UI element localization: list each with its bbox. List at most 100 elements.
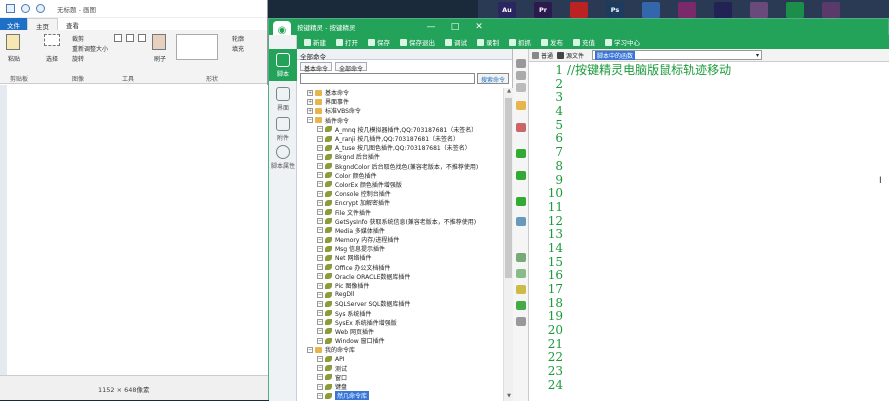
select-icon[interactable] xyxy=(44,34,60,46)
save-exit-button[interactable]: 保存退出 xyxy=(395,37,440,47)
tree-folder[interactable]: + 标准VBS命令 xyxy=(297,106,503,115)
tree-item[interactable]: − Bkgnd 后台插件 xyxy=(297,152,503,161)
tree-item[interactable]: − Media 多媒体插件 xyxy=(297,226,503,235)
expand-toggle-icon[interactable]: − xyxy=(317,181,323,188)
expand-toggle-icon[interactable]: − xyxy=(317,163,323,170)
paint-canvas[interactable] xyxy=(7,85,268,375)
expand-toggle-icon[interactable]: − xyxy=(317,190,323,197)
tree-item[interactable]: − GetSysInfo 获取系统信息(兼容老版本，不推荐使用) xyxy=(297,217,503,226)
qi-icon-6[interactable] xyxy=(516,149,526,158)
grab-button[interactable]: 抓抓 xyxy=(504,37,536,47)
au-icon[interactable]: Au xyxy=(498,2,516,18)
tree-item[interactable]: − Pic 图像插件 xyxy=(297,281,503,290)
tree-item[interactable]: − Office 办公文档插件 xyxy=(297,263,503,272)
qi-icon-8[interactable] xyxy=(516,197,526,206)
qi-icon-12[interactable] xyxy=(516,285,526,294)
fill-label[interactable]: 填充 xyxy=(232,44,244,53)
expand-toggle-icon[interactable]: − xyxy=(317,153,323,160)
tab-basic-commands[interactable]: 基本命令 xyxy=(300,62,333,73)
tree-item[interactable]: − BkgndColor 后台取色找色(兼容老版本，不推荐使用) xyxy=(297,162,503,171)
expand-toggle-icon[interactable]: − xyxy=(317,282,323,289)
expand-toggle-icon[interactable]: − xyxy=(307,117,313,124)
qi-icon-1[interactable] xyxy=(516,59,526,68)
house-icon[interactable] xyxy=(750,2,768,18)
rotate-label[interactable]: 旋转 xyxy=(72,54,84,63)
expand-toggle-icon[interactable]: − xyxy=(317,291,323,298)
tree-item[interactable]: − File 文件插件 xyxy=(297,207,503,217)
maximize-button[interactable]: □ xyxy=(443,19,467,35)
pr-icon[interactable]: Pr xyxy=(534,2,552,18)
expand-toggle-icon[interactable]: − xyxy=(317,337,323,344)
open-button[interactable]: 打开 xyxy=(331,37,363,47)
tree-folder[interactable]: + 基本命令 xyxy=(297,88,503,97)
code-editor[interactable]: 1 2 3 4 5 6 7 8 9 10 11 12 13 14 15 16 17 18 19 20 21 22 23 24 … xyxy=(529,62,889,401)
expand-toggle-icon[interactable]: − xyxy=(317,328,323,335)
record-button[interactable]: 录制 xyxy=(472,37,504,47)
menu-home[interactable]: 主页 xyxy=(27,18,58,31)
function-select[interactable]: 脚本中的函数 ▾ xyxy=(592,50,763,60)
tree-item[interactable]: − SysEx 系统插件增强版 xyxy=(297,318,503,327)
tree-item[interactable]: − 然几命令库 xyxy=(297,391,503,401)
expand-toggle-icon[interactable]: − xyxy=(317,264,323,271)
side-ui[interactable]: 界面 xyxy=(269,85,297,115)
tree-item[interactable]: − Msg 信息提示插件 xyxy=(297,244,503,253)
expand-toggle-icon[interactable]: − xyxy=(317,199,323,206)
expand-toggle-icon[interactable]: − xyxy=(317,218,323,225)
expand-toggle-icon[interactable]: − xyxy=(317,144,323,151)
text-icon[interactable] xyxy=(138,34,146,42)
expand-toggle-icon[interactable]: + xyxy=(307,107,313,114)
expand-toggle-icon[interactable]: − xyxy=(317,227,323,234)
tree-item[interactable]: − Encrypt 加解密插件 xyxy=(297,198,503,207)
tree-item[interactable]: − ColorEx 颜色插件增强版 xyxy=(297,180,503,189)
rar-icon[interactable] xyxy=(678,2,696,18)
expand-toggle-icon[interactable]: − xyxy=(317,135,323,142)
qi-icon-7[interactable] xyxy=(516,171,526,180)
expand-toggle-icon[interactable]: + xyxy=(307,89,313,96)
scroll-thumb[interactable] xyxy=(505,98,512,278)
shapes-gallery[interactable] xyxy=(176,34,218,60)
new-button[interactable]: 新建 xyxy=(299,37,331,47)
menu-file[interactable]: 文件 xyxy=(0,18,27,30)
resize-label[interactable]: 重新调整大小 xyxy=(72,44,108,53)
tree-item[interactable]: − RegDll xyxy=(297,290,503,299)
expand-toggle-icon[interactable]: − xyxy=(317,319,323,326)
tree-item[interactable]: − A_mnq 按几模拟器插件,QQ:703187681（未签名） xyxy=(297,125,503,134)
normal-view-button[interactable]: 普通 xyxy=(532,51,553,60)
qi-icon-14[interactable] xyxy=(516,317,526,326)
tree-item[interactable]: − 窗口 xyxy=(297,373,503,382)
qi-icon-4[interactable] xyxy=(516,101,526,110)
tree-item[interactable]: − Net 网络插件 xyxy=(297,253,503,262)
flag-icon[interactable] xyxy=(642,2,660,18)
tree-item[interactable]: − Oracle ORACLE数据库插件 xyxy=(297,272,503,281)
command-search-input[interactable] xyxy=(300,73,475,84)
qi-icon-5[interactable] xyxy=(516,123,526,132)
fill-icon[interactable] xyxy=(126,34,134,42)
undo-icon[interactable] xyxy=(21,4,30,13)
menu-view[interactable]: 查看 xyxy=(58,18,87,30)
paste-icon[interactable] xyxy=(6,34,20,50)
screen-icon[interactable] xyxy=(714,2,732,18)
side-properties[interactable]: 脚本属性 xyxy=(269,143,297,173)
qi-icon-9[interactable] xyxy=(516,217,526,226)
publish-button[interactable]: 发布 xyxy=(536,37,568,47)
tree-item[interactable]: − Console 控制台插件 xyxy=(297,189,503,198)
expand-toggle-icon[interactable]: − xyxy=(317,392,323,399)
expand-toggle-icon[interactable]: − xyxy=(317,310,323,317)
tree-item[interactable]: − Memory 内存/进程插件 xyxy=(297,235,503,244)
side-attachment[interactable]: 附件 xyxy=(269,115,297,145)
crop-label[interactable]: 裁剪 xyxy=(72,34,84,43)
tree-folder[interactable]: − 插件命令 xyxy=(297,116,503,125)
expand-toggle-icon[interactable]: − xyxy=(317,273,323,280)
expand-toggle-icon[interactable]: − xyxy=(317,254,323,261)
pencil-icon[interactable] xyxy=(114,34,122,42)
expand-toggle-icon[interactable]: − xyxy=(317,172,323,179)
qi-icon-3[interactable] xyxy=(516,83,526,92)
save-button[interactable]: 保存 xyxy=(363,37,395,47)
expand-toggle-icon[interactable]: − xyxy=(317,365,323,372)
qi-icon-13[interactable] xyxy=(516,301,526,310)
brush-icon[interactable] xyxy=(152,34,166,50)
tree-item[interactable]: − A_ranji 按几插件,QQ:703187681（未签名） xyxy=(297,134,503,143)
tree-item[interactable]: − Sys 系统插件 xyxy=(297,309,503,318)
expand-toggle-icon[interactable]: + xyxy=(307,98,313,105)
qi-icon-11[interactable] xyxy=(516,269,526,278)
